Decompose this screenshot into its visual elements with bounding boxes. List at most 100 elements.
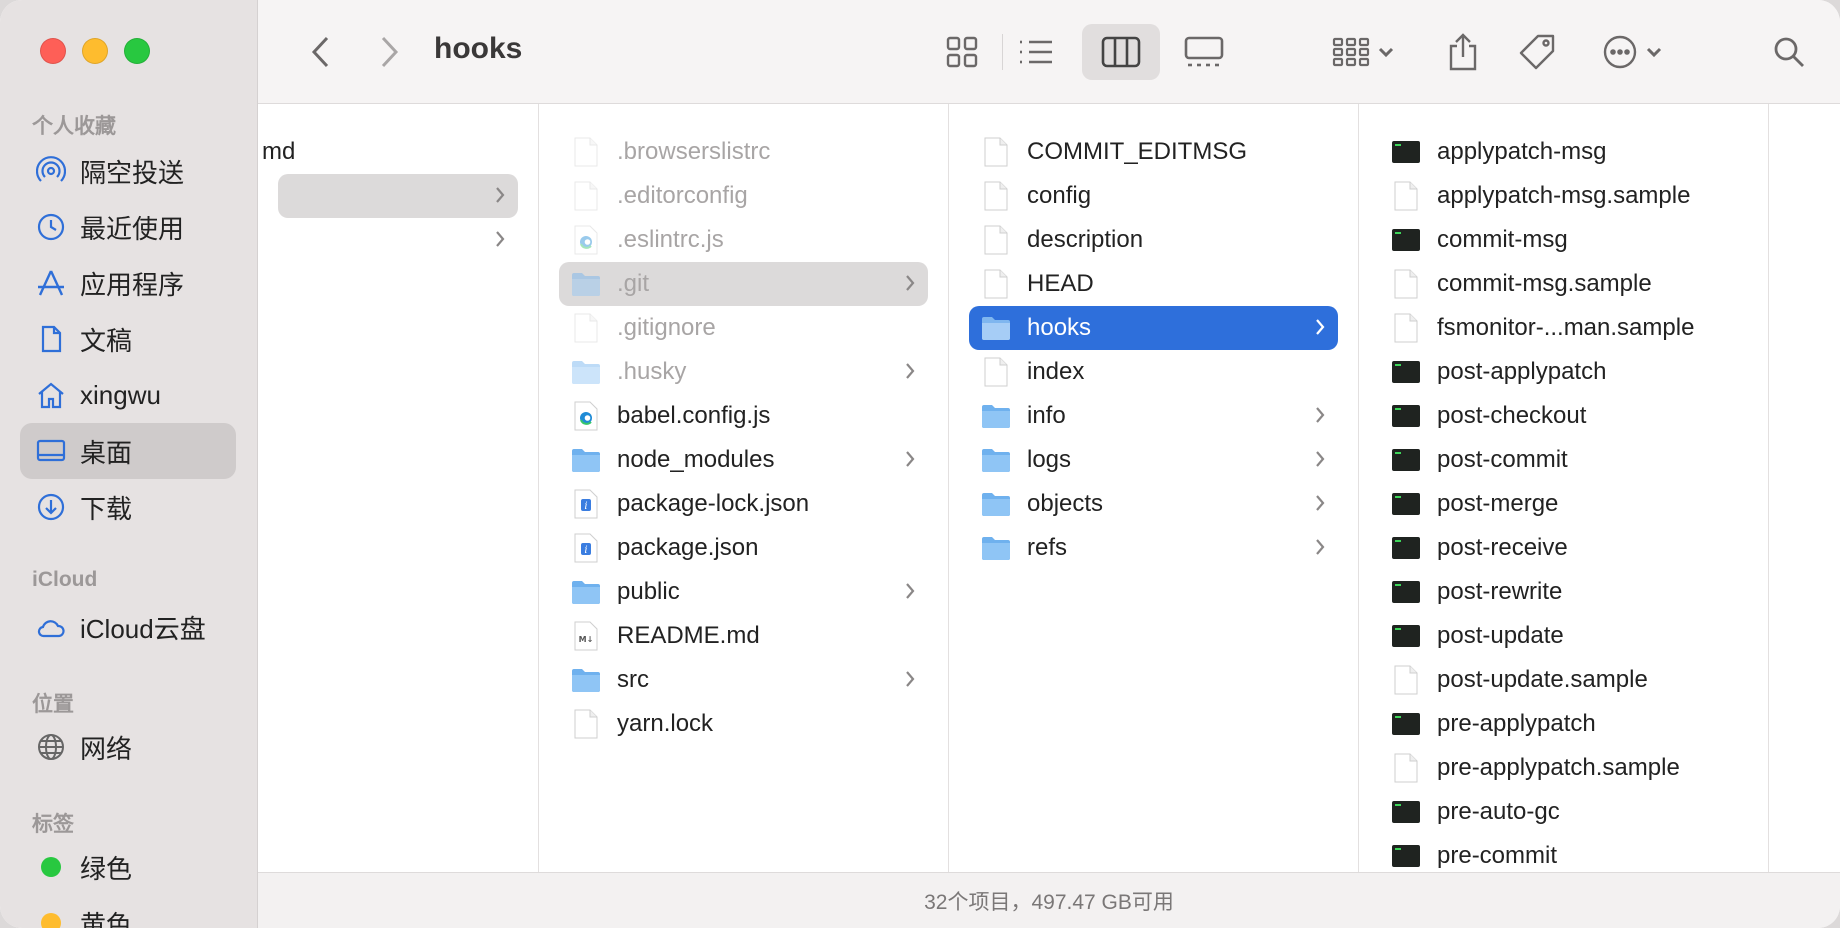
sidebar-item[interactable]: 下载 xyxy=(20,479,236,535)
folder-row[interactable] xyxy=(278,174,518,218)
file-row[interactable]: babel.config.js xyxy=(559,394,928,438)
sidebar-item-label: xingwu xyxy=(80,379,161,410)
sidebar-item-label: 桌面 xyxy=(80,437,133,468)
row-icon xyxy=(981,357,1011,387)
row-label: HEAD xyxy=(1027,270,1094,297)
search-button[interactable] xyxy=(1764,24,1814,80)
file-icon xyxy=(1394,181,1418,211)
file-row[interactable]: COMMIT_EDITMSG xyxy=(969,130,1338,174)
file-row[interactable]: HEAD xyxy=(969,262,1338,306)
file-row[interactable]: post-receive xyxy=(1379,526,1748,570)
file-row[interactable]: pre-applypatch.sample xyxy=(1379,746,1748,790)
sidebar-item[interactable]: iCloud云盘 xyxy=(20,599,236,655)
sidebar-item[interactable]: 隔空投送 xyxy=(20,143,236,199)
file-row[interactable]: pre-commit xyxy=(1379,834,1748,872)
row-label: babel.config.js xyxy=(617,402,771,429)
file-row[interactable]: i package-lock.json xyxy=(559,482,928,526)
file-row[interactable]: i package.json xyxy=(559,526,928,570)
file-row[interactable]: pre-applypatch xyxy=(1379,702,1748,746)
file-row[interactable]: post-rewrite xyxy=(1379,570,1748,614)
row-label: post-checkout xyxy=(1437,402,1587,429)
file-row[interactable]: M↓ README.md xyxy=(559,614,928,658)
row-label: pre-applypatch xyxy=(1437,710,1596,737)
file-row[interactable]: description xyxy=(969,218,1338,262)
sidebar-item[interactable]: 黄色 xyxy=(20,895,236,928)
sidebar-item[interactable]: 桌面 xyxy=(20,423,236,479)
file-row[interactable]: .eslintrc.js xyxy=(559,218,928,262)
file-row[interactable]: commit-msg.sample xyxy=(1379,262,1748,306)
folder-row[interactable]: node_modules xyxy=(559,438,928,482)
file-row[interactable]: .editorconfig xyxy=(559,174,928,218)
status-text: 32个项目，497.47 GB可用 xyxy=(924,890,1174,914)
back-button[interactable] xyxy=(296,24,346,80)
sidebar-item[interactable]: 绿色 xyxy=(20,839,236,895)
status-bar: 32个项目，497.47 GB可用 xyxy=(258,872,1840,928)
file-row[interactable]: md xyxy=(258,130,518,174)
icon-view-button[interactable] xyxy=(934,24,990,80)
list-view-button[interactable] xyxy=(1008,24,1064,80)
file-row[interactable]: applypatch-msg xyxy=(1379,130,1748,174)
file-row[interactable]: .browserslistrc xyxy=(559,130,928,174)
row-icon xyxy=(571,225,601,255)
sidebar-section-header: 个人收藏 xyxy=(32,115,116,138)
folder-row[interactable]: src xyxy=(559,658,928,702)
folder-row[interactable]: info xyxy=(969,394,1338,438)
file-row[interactable]: post-applypatch xyxy=(1379,350,1748,394)
share-button[interactable] xyxy=(1438,24,1488,80)
folder-row[interactable]: hooks xyxy=(969,306,1338,350)
column-4: applypatch-msg applypatch-msg.sample commi… xyxy=(1359,104,1769,872)
column-view-button[interactable] xyxy=(1082,24,1160,80)
sidebar-item[interactable]: 最近使用 xyxy=(20,199,236,255)
file-row[interactable]: pre-auto-gc xyxy=(1379,790,1748,834)
file-icon xyxy=(574,181,598,211)
sidebar-item-label: 文稿 xyxy=(80,325,133,356)
folder-icon xyxy=(982,493,1010,516)
file-row[interactable]: fsmonitor-...man.sample xyxy=(1379,306,1748,350)
sidebar-item-label: 隔空投送 xyxy=(80,157,185,188)
file-icon xyxy=(984,181,1008,211)
group-button[interactable] xyxy=(1326,24,1400,80)
chevron-down-icon xyxy=(1378,47,1394,58)
sidebar-item[interactable]: 文稿 xyxy=(20,311,236,367)
chevron-down-icon xyxy=(1646,47,1662,58)
folder-row[interactable]: objects xyxy=(969,482,1338,526)
applications-icon xyxy=(36,268,66,298)
gallery-view-button[interactable] xyxy=(1174,24,1234,80)
row-icon xyxy=(981,225,1011,255)
tag-button[interactable] xyxy=(1512,24,1562,80)
folder-row[interactable]: logs xyxy=(969,438,1338,482)
file-row[interactable]: post-update xyxy=(1379,614,1748,658)
file-row[interactable]: commit-msg xyxy=(1379,218,1748,262)
svg-text:i: i xyxy=(584,545,587,556)
file-row[interactable]: post-update.sample xyxy=(1379,658,1748,702)
folder-row[interactable]: refs xyxy=(969,526,1338,570)
sidebar-item[interactable]: 网络 xyxy=(20,719,236,775)
file-row[interactable]: applypatch-msg.sample xyxy=(1379,174,1748,218)
sidebar-item-label: 黄色 xyxy=(80,909,133,928)
folder-row[interactable]: public xyxy=(559,570,928,614)
folder-row[interactable]: .git xyxy=(559,262,928,306)
zoom-button[interactable] xyxy=(124,38,150,64)
sidebar-item-label: 下载 xyxy=(80,493,133,524)
file-row[interactable]: post-checkout xyxy=(1379,394,1748,438)
file-row[interactable]: post-merge xyxy=(1379,482,1748,526)
file-row[interactable]: yarn.lock xyxy=(559,702,928,746)
sidebar-item[interactable]: 应用程序 xyxy=(20,255,236,311)
row-label: pre-applypatch.sample xyxy=(1437,754,1680,781)
terminal-icon xyxy=(1392,361,1420,383)
file-icon xyxy=(1394,753,1418,783)
folder-row[interactable] xyxy=(278,218,518,262)
row-icon xyxy=(1391,313,1421,343)
file-row[interactable]: .gitignore xyxy=(559,306,928,350)
minimize-button[interactable] xyxy=(82,38,108,64)
more-actions-button[interactable] xyxy=(1596,24,1668,80)
forward-button[interactable] xyxy=(364,24,414,80)
row-label: info xyxy=(1027,402,1066,429)
sidebar-item[interactable]: xingwu xyxy=(20,367,236,423)
file-row[interactable]: index xyxy=(969,350,1338,394)
close-button[interactable] xyxy=(40,38,66,64)
row-icon xyxy=(1391,445,1421,475)
file-row[interactable]: post-commit xyxy=(1379,438,1748,482)
file-row[interactable]: config xyxy=(969,174,1338,218)
folder-row[interactable]: .husky xyxy=(559,350,928,394)
